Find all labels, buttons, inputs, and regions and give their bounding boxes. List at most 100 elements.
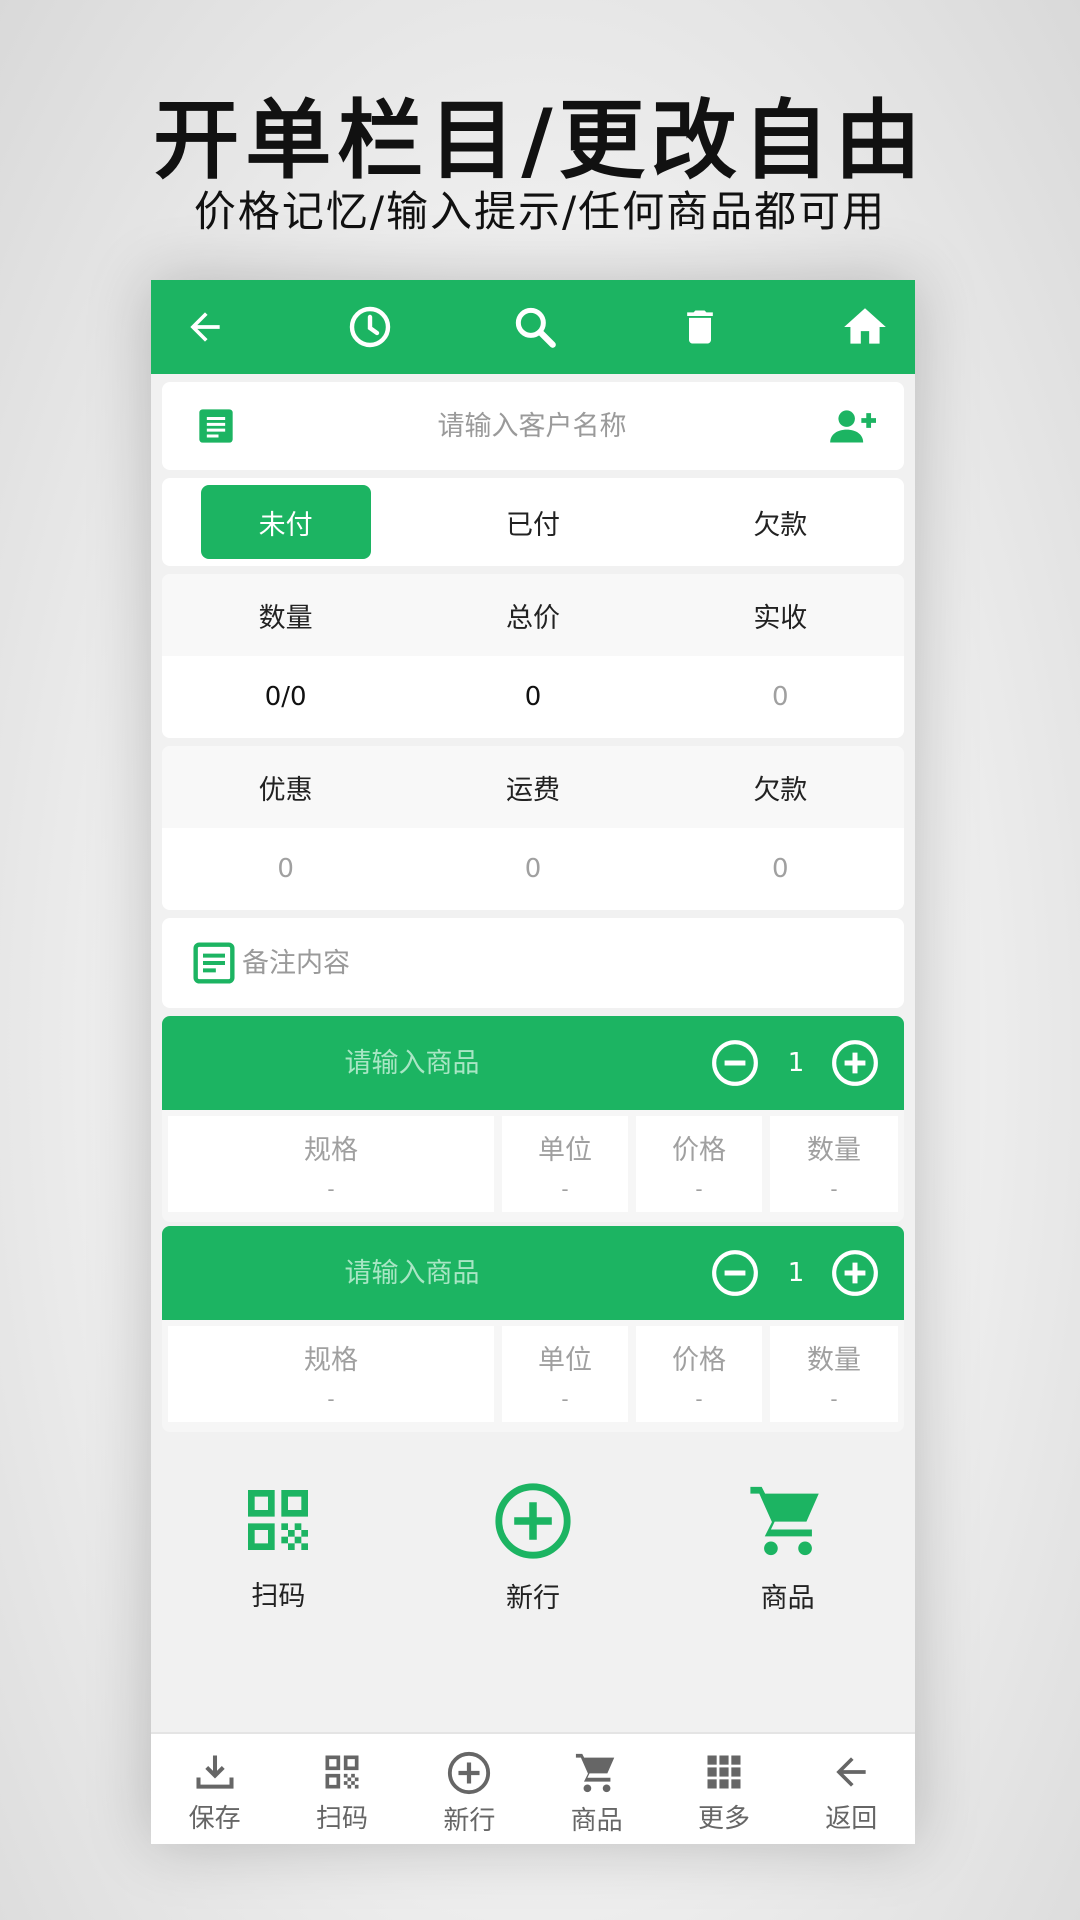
product-input[interactable] — [222, 1226, 602, 1320]
product-action-button[interactable]: 商品 — [660, 1480, 915, 1640]
nav-more[interactable]: 更多 — [660, 1734, 787, 1844]
plus-circle-icon[interactable] — [830, 1038, 880, 1088]
scan-action-button[interactable]: 扫码 — [151, 1480, 406, 1640]
tab-debt-label: 欠款 — [753, 509, 808, 541]
home-icon — [844, 308, 886, 344]
product-fields: 规格 - 单位 - 价格 - 数量 - — [168, 1326, 898, 1422]
qty-field[interactable]: 数量 - — [770, 1116, 898, 1212]
delete-button[interactable] — [670, 297, 730, 357]
add-circle-icon — [495, 1483, 571, 1559]
tab-unpaid[interactable]: 未付 — [162, 478, 409, 566]
nav-save-label: 保存 — [188, 1804, 241, 1834]
new-row-action-label: 新行 — [506, 1583, 560, 1614]
spec-field[interactable]: 规格 - — [168, 1326, 494, 1422]
unit-field[interactable]: 单位 - — [502, 1326, 628, 1422]
minus-circle-icon[interactable] — [710, 1248, 760, 1298]
quick-actions: 扫码 新行 商品 — [151, 1480, 915, 1640]
price-field[interactable]: 价格 - — [636, 1326, 762, 1422]
search-icon — [515, 307, 556, 348]
unit-value: - — [561, 1176, 569, 1201]
debt-input[interactable]: 0 — [657, 828, 904, 910]
unit-label: 单位 — [538, 1344, 592, 1376]
price-value: - — [695, 1386, 703, 1411]
spec-label: 规格 — [304, 1134, 358, 1166]
received-input[interactable]: 0 — [657, 656, 904, 738]
history-icon — [349, 306, 391, 348]
quantity-header: 数量 — [258, 602, 313, 634]
nav-scan[interactable]: 扫码 — [278, 1734, 405, 1844]
cart-icon — [575, 1753, 614, 1793]
product-row: 1 规格 - 单位 - 价格 - 数量 - — [162, 1016, 904, 1222]
product-input[interactable] — [222, 1016, 602, 1110]
nav-new-row[interactable]: 新行 — [406, 1734, 533, 1844]
tab-paid[interactable]: 已付 — [409, 478, 656, 566]
spec-value: - — [327, 1386, 335, 1411]
back-button[interactable] — [175, 297, 235, 357]
nav-products[interactable]: 商品 — [533, 1734, 660, 1844]
customer-card — [162, 382, 904, 470]
add-circle-icon — [448, 1751, 491, 1795]
add-user-icon[interactable] — [828, 404, 880, 448]
product-fields: 规格 - 单位 - 价格 - 数量 - — [168, 1116, 898, 1212]
phone-screen: 未付 已付 欠款 数量 总价 实收 0/0 0 0 优惠 运费 欠款 0 0 0 — [151, 280, 915, 1844]
price-label: 价格 — [672, 1134, 726, 1166]
cart-icon — [750, 1486, 819, 1556]
price-field[interactable]: 价格 - — [636, 1116, 762, 1212]
note-icon — [193, 942, 235, 984]
minus-circle-icon[interactable] — [710, 1038, 760, 1088]
top-toolbar — [151, 280, 915, 374]
nav-back[interactable]: 返回 — [788, 1734, 915, 1844]
received-header: 实收 — [753, 602, 808, 634]
nav-new-row-label: 新行 — [443, 1806, 496, 1836]
tab-debt[interactable]: 欠款 — [657, 478, 904, 566]
qty-value: - — [830, 1386, 838, 1411]
tab-unpaid-label: 未付 — [200, 485, 371, 559]
nav-save[interactable]: 保存 — [151, 1734, 278, 1844]
back-icon — [190, 312, 220, 342]
promo-title: 开单栏目/更改自由 — [153, 91, 927, 191]
trash-icon — [687, 310, 713, 344]
product-row: 1 规格 - 单位 - 价格 - 数量 - — [162, 1226, 904, 1432]
tab-paid-label: 已付 — [505, 509, 560, 541]
discount-header: 优惠 — [258, 774, 313, 806]
unit-value: - — [561, 1386, 569, 1411]
nav-products-label: 商品 — [570, 1806, 623, 1836]
payment-status-tabs: 未付 已付 欠款 — [162, 478, 904, 566]
customer-name-input[interactable] — [282, 382, 782, 470]
unit-field[interactable]: 单位 - — [502, 1116, 628, 1212]
product-quantity: 1 — [787, 1048, 805, 1078]
qty-label: 数量 — [807, 1134, 861, 1166]
nav-more-label: 更多 — [697, 1804, 750, 1834]
product-header: 1 — [162, 1016, 904, 1110]
product-quantity: 1 — [787, 1258, 805, 1288]
remark-card — [162, 918, 904, 1008]
nav-scan-label: 扫码 — [315, 1804, 368, 1834]
scan-action-label: 扫码 — [251, 1581, 306, 1612]
spec-field[interactable]: 规格 - — [168, 1116, 494, 1212]
product-header: 1 — [162, 1226, 904, 1320]
order-summary-card: 数量 总价 实收 0/0 0 0 — [162, 574, 904, 738]
qty-field[interactable]: 数量 - — [770, 1326, 898, 1422]
fees-summary-card: 优惠 运费 欠款 0 0 0 — [162, 746, 904, 910]
total-price-header: 总价 — [505, 602, 560, 634]
new-row-action-button[interactable]: 新行 — [406, 1480, 661, 1640]
spec-value: - — [327, 1176, 335, 1201]
nav-back-label: 返回 — [825, 1804, 878, 1834]
bottom-nav: 保存 扫码 新行 商品 更多 返回 — [151, 1732, 915, 1844]
plus-circle-icon[interactable] — [830, 1248, 880, 1298]
document-icon — [199, 409, 233, 443]
discount-input[interactable]: 0 — [162, 828, 409, 910]
grid-icon — [707, 1755, 741, 1789]
home-button[interactable] — [835, 297, 895, 357]
debt-header: 欠款 — [753, 774, 808, 806]
qty-label: 数量 — [807, 1344, 861, 1376]
unit-label: 单位 — [538, 1134, 592, 1166]
search-button[interactable] — [505, 297, 565, 357]
price-value: - — [695, 1176, 703, 1201]
history-button[interactable] — [340, 297, 400, 357]
back-icon — [836, 1757, 866, 1787]
download-icon — [196, 1755, 234, 1789]
shipping-input[interactable]: 0 — [409, 828, 656, 910]
remark-input[interactable] — [242, 918, 842, 1008]
price-label: 价格 — [672, 1344, 726, 1376]
